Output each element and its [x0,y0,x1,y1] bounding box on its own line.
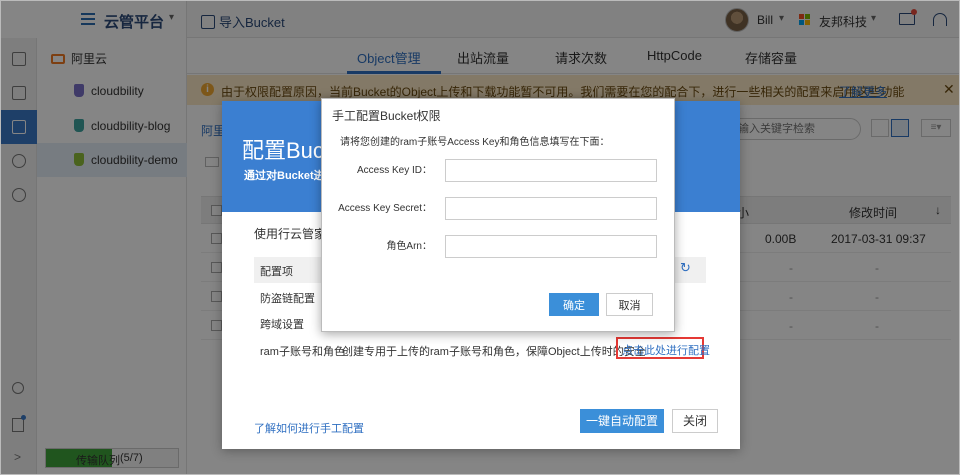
manual-config-help-link[interactable]: 了解如何进行手工配置 [254,420,364,436]
config-item-desc: 创建专用于上传的ram子账号和角色，保障Object上传时的安全 [342,346,646,358]
role-arn-input[interactable] [445,235,657,258]
auto-configure-button[interactable]: 一键自动配置 [580,409,664,433]
cancel-button[interactable]: 取消 [606,293,653,316]
config-item-header: 配置项 [260,266,293,278]
refresh-icon[interactable]: ↻ [680,260,691,276]
access-key-secret-input[interactable] [445,197,657,220]
config-item-name: 跨域设置 [260,319,304,331]
dialog-title: 手工配置Bucket权限 [332,109,441,123]
config-item-name: ram子账号和角色 [260,346,345,358]
app-window: 云管平台 ▾ 导入Bucket Bill ▾ 友邦科技 ▾ > 阿里云 clou… [0,0,960,475]
config-item-name: 防盗链配置 [260,293,315,305]
access-key-id-input[interactable] [445,159,657,182]
access-key-secret-label: Access Key Secret： [338,203,432,214]
configure-here-link[interactable]: 点击此处进行配置 [616,337,710,359]
configure-here-label: 点击此处进行配置 [622,345,710,357]
ok-button[interactable]: 确定 [549,293,599,316]
access-key-id-label: Access Key ID： [356,165,432,176]
dialog-description: 请将您创建的ram子账号Access Key和角色信息填写在下面： [340,137,610,148]
role-arn-label: 角色Arn： [386,241,432,252]
close-button[interactable]: 关闭 [672,409,718,433]
manual-config-dialog: 手工配置Bucket权限 请将您创建的ram子账号Access Key和角色信息… [321,98,675,332]
